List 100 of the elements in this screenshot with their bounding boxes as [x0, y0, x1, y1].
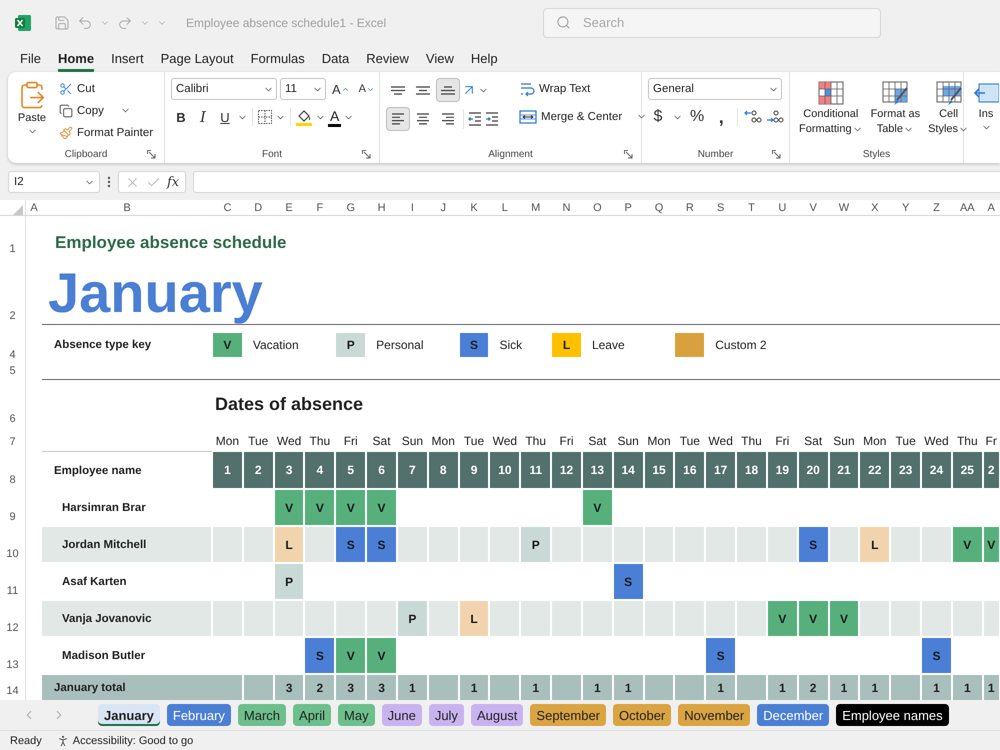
row-number[interactable]: 11: [0, 563, 26, 600]
row-number[interactable]: 7: [0, 428, 26, 451]
row-number[interactable]: 8: [0, 451, 26, 489]
italic-button[interactable]: I: [193, 106, 213, 128]
insert-function-label[interactable]: fx: [167, 174, 180, 190]
sheet-tab[interactable]: December: [757, 704, 830, 726]
menu-tab[interactable]: Formulas: [250, 51, 305, 72]
column-header[interactable]: A: [982, 200, 1000, 216]
wrap-text-button[interactable]: Wrap Text: [516, 78, 650, 99]
column-header[interactable]: N: [551, 200, 582, 216]
sheet-tab[interactable]: July: [428, 704, 464, 726]
column-header[interactable]: L: [489, 200, 520, 216]
paste-button[interactable]: Paste: [14, 78, 50, 145]
percent-button[interactable]: %: [687, 106, 708, 128]
column-header[interactable]: G: [335, 200, 366, 216]
column-header[interactable]: P: [612, 200, 644, 216]
menu-tab[interactable]: Page Layout: [160, 51, 234, 72]
column-header[interactable]: C: [212, 200, 243, 216]
column-header[interactable]: T: [736, 200, 767, 216]
column-header[interactable]: J: [428, 200, 459, 216]
total-cell: [737, 675, 766, 700]
cut-button[interactable]: Cut: [56, 78, 156, 99]
grow-font-button[interactable]: A: [329, 78, 353, 100]
window-title: Employee absence schedule1 - Excel: [186, 16, 386, 30]
sheet-tab[interactable]: Employee names: [836, 704, 949, 726]
row-number[interactable]: 5: [0, 364, 26, 380]
column-header[interactable]: O: [582, 200, 613, 216]
name-box[interactable]: I2: [8, 171, 100, 193]
column-header[interactable]: A: [26, 200, 42, 216]
app-logo-icon[interactable]: [14, 14, 32, 32]
column-header[interactable]: Q: [644, 200, 674, 216]
copy-button[interactable]: Copy: [56, 100, 156, 121]
dialog-launcher-icon[interactable]: [147, 150, 156, 158]
row-number[interactable]: 1: [0, 216, 26, 258]
menu-tab[interactable]: Review: [366, 51, 409, 72]
format-painter-button[interactable]: Format Painter: [56, 122, 156, 143]
column-header[interactable]: Z: [921, 200, 952, 216]
column-header[interactable]: Y: [890, 200, 922, 216]
sheet-tab[interactable]: January: [98, 704, 160, 726]
sheet-tab[interactable]: February: [166, 704, 231, 726]
accessibility-status[interactable]: Accessibility: Good to go: [72, 735, 194, 747]
sheet-tab[interactable]: June: [382, 704, 422, 726]
column-header[interactable]: I: [396, 200, 428, 216]
row-number[interactable]: 10: [0, 526, 26, 563]
column-header[interactable]: E: [274, 200, 304, 216]
font-size-dropdown[interactable]: 11: [280, 78, 326, 100]
sheet-tab[interactable]: September: [530, 704, 606, 726]
menu-tab[interactable]: Insert: [111, 51, 144, 72]
vertical-align-button[interactable]: [436, 78, 460, 102]
column-header[interactable]: R: [674, 200, 706, 216]
number-format-dropdown[interactable]: General: [648, 78, 782, 100]
column-header[interactable]: F: [304, 200, 336, 216]
dialog-launcher-icon[interactable]: [624, 150, 633, 158]
row-number[interactable]: 4: [0, 325, 26, 364]
insert-button[interactable]: Ins: [970, 78, 1000, 163]
sheet-tab[interactable]: August: [470, 704, 524, 726]
search-input[interactable]: Search: [581, 14, 868, 31]
sheet-tab[interactable]: October: [613, 704, 672, 726]
menu-tab[interactable]: Help: [470, 51, 498, 72]
underline-button[interactable]: U: [215, 106, 235, 128]
shrink-font-button[interactable]: A: [356, 78, 378, 100]
column-header[interactable]: M: [520, 200, 552, 216]
styles-button[interactable]: Conditional Formatting: [796, 78, 866, 145]
merge-center-button[interactable]: Merge & Center: [516, 106, 650, 127]
menu-tab[interactable]: View: [426, 51, 454, 72]
styles-button[interactable]: Cell Styles: [925, 78, 972, 145]
column-header[interactable]: V: [798, 200, 829, 216]
formula-input[interactable]: [193, 171, 1000, 193]
row-number[interactable]: 9: [0, 489, 26, 526]
dialog-launcher-icon[interactable]: [362, 150, 371, 158]
more-icon[interactable]: [107, 176, 111, 188]
horizontal-align-button[interactable]: [386, 107, 410, 131]
font-name-dropdown[interactable]: Calibri: [171, 78, 277, 100]
column-header[interactable]: AA: [952, 200, 983, 216]
row-number[interactable]: 2: [0, 258, 26, 325]
currency-button[interactable]: $: [648, 106, 668, 128]
dialog-launcher-icon[interactable]: [772, 150, 781, 158]
row-number[interactable]: 6: [0, 380, 26, 428]
column-header[interactable]: W: [828, 200, 860, 216]
search-bar[interactable]: Search: [543, 8, 881, 38]
column-header[interactable]: X: [859, 200, 890, 216]
menu-tab[interactable]: Data: [322, 51, 350, 72]
column-header[interactable]: K: [458, 200, 490, 216]
styles-button[interactable]: Format as Table: [868, 78, 924, 145]
column-header[interactable]: H: [366, 200, 397, 216]
menu-tab[interactable]: File: [20, 51, 41, 72]
sheet-tab[interactable]: November: [678, 704, 750, 726]
sheet-tab[interactable]: March: [238, 704, 286, 726]
row-number[interactable]: 13: [0, 637, 26, 674]
column-header[interactable]: D: [242, 200, 274, 216]
sheet-tab[interactable]: April: [293, 704, 332, 726]
align-right-icon: [440, 111, 456, 127]
font-color-button[interactable]: A: [328, 107, 342, 127]
comma-button[interactable]: ,: [711, 106, 732, 128]
column-header[interactable]: B: [42, 200, 212, 216]
column-header[interactable]: S: [705, 200, 736, 216]
column-header[interactable]: U: [766, 200, 798, 216]
sheet-tab[interactable]: May: [338, 704, 375, 726]
row-number[interactable]: 12: [0, 600, 26, 637]
bold-button[interactable]: B: [171, 106, 191, 128]
